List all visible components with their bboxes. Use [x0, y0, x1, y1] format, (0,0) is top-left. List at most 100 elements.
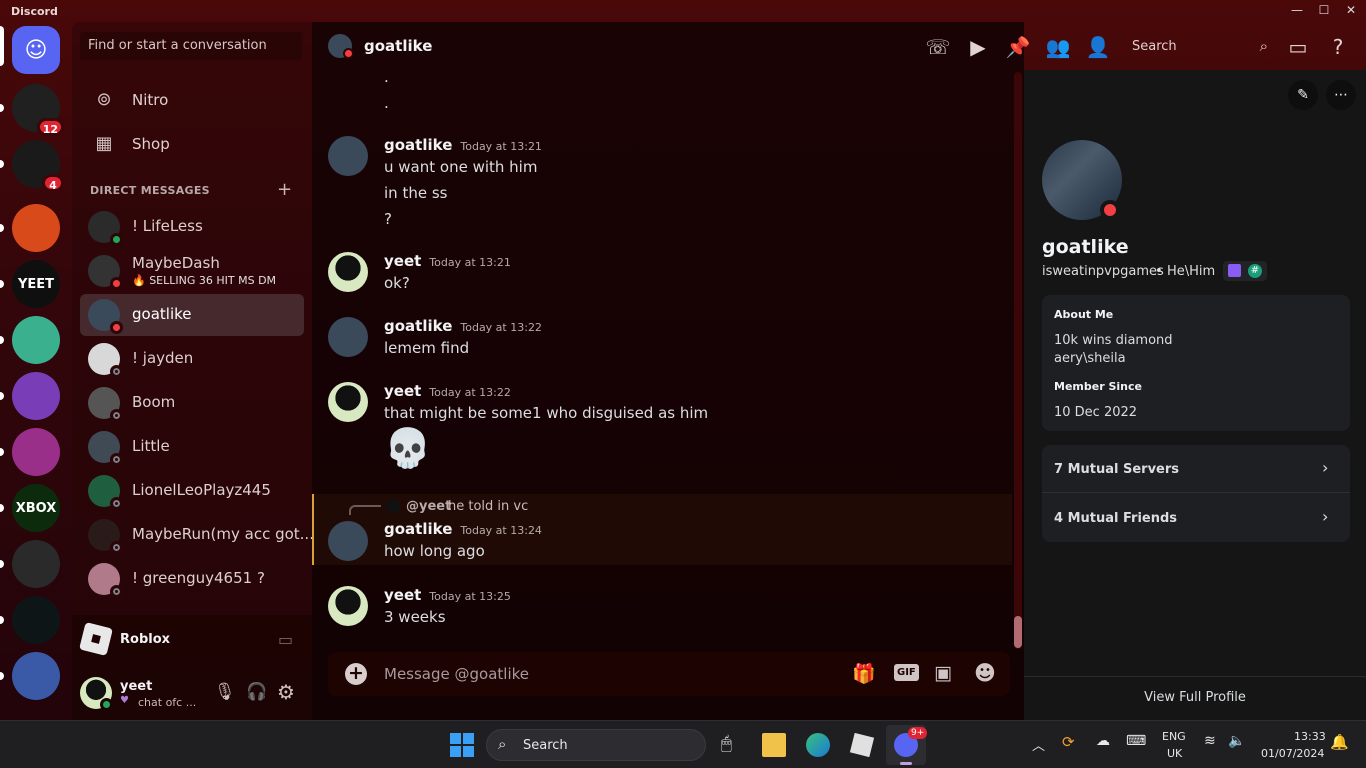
user-profile-icon[interactable]: 👤: [1085, 35, 1111, 59]
message-author[interactable]: goatlike Today at 13:22: [384, 317, 542, 335]
author-avatar[interactable]: [328, 382, 368, 422]
dm-conversation-item[interactable]: Boom: [80, 382, 304, 424]
server-icon[interactable]: [0, 428, 60, 476]
nav-nitro[interactable]: ⊚ Nitro: [80, 80, 304, 120]
clock-date[interactable]: 01/07/2024: [1261, 747, 1324, 768]
video-call-icon[interactable]: ▶: [965, 35, 991, 59]
mutual-friends-row[interactable]: 4 Mutual Friends ›: [1042, 493, 1350, 542]
user-custom-status: chat ofc ...: [138, 696, 197, 709]
mutual-servers-row[interactable]: 7 Mutual Servers ›: [1042, 445, 1350, 493]
more-options-icon[interactable]: ⋯: [1326, 80, 1356, 110]
dm-conversation-item[interactable]: ! greenguy4651 ?: [80, 558, 304, 600]
server-icon[interactable]: ☺: [0, 26, 60, 74]
chat-scrollbar-track[interactable]: [1014, 72, 1022, 649]
sync-icon[interactable]: ⟳: [1062, 733, 1075, 757]
server-icon[interactable]: 12: [0, 84, 64, 136]
find-conversation-input[interactable]: Find or start a conversation: [80, 32, 302, 60]
unread-pill: [0, 672, 4, 680]
dm-conversation-item[interactable]: ! jayden: [80, 338, 304, 380]
nav-shop-label: Shop: [132, 135, 170, 153]
message-author[interactable]: yeet Today at 13:25: [384, 586, 511, 604]
dm-conversation-item[interactable]: goatlike: [80, 294, 304, 336]
taskbar-search[interactable]: ⌕ Search: [486, 729, 706, 761]
server-icon[interactable]: YEET: [0, 260, 60, 308]
keyboard-icon[interactable]: ⌨: [1126, 733, 1146, 757]
server-icon[interactable]: [0, 204, 60, 252]
author-avatar[interactable]: [328, 521, 368, 561]
dm-conversation-item[interactable]: LionelLeoPlayz445: [80, 470, 304, 512]
roblox-taskbar-icon[interactable]: [849, 732, 875, 758]
author-avatar[interactable]: [328, 317, 368, 357]
nav-shop[interactable]: ▦ Shop: [80, 124, 304, 164]
message-author[interactable]: goatlike Today at 13:24: [384, 520, 542, 538]
member-since-heading: Member Since: [1054, 380, 1142, 393]
profile-username[interactable]: isweatinpvpgames: [1042, 264, 1164, 279]
server-icon[interactable]: [0, 652, 60, 700]
message-author[interactable]: yeet Today at 13:22: [384, 382, 511, 400]
gif-icon[interactable]: GIF: [894, 664, 919, 681]
view-full-profile-button[interactable]: View Full Profile: [1024, 676, 1366, 720]
gift-icon[interactable]: 🎁: [852, 662, 876, 685]
message-author[interactable]: yeet Today at 13:21: [384, 252, 511, 270]
message-timestamp: Today at 13:22: [460, 321, 542, 334]
discord-notification-badge: 9+: [908, 727, 928, 739]
microphone-icon[interactable]: 🎙: [214, 682, 236, 702]
volume-icon[interactable]: 🔈: [1228, 733, 1245, 757]
inbox-icon[interactable]: ▭: [1285, 35, 1311, 59]
author-avatar[interactable]: [328, 252, 368, 292]
mouse-app-icon[interactable]: 🖱: [721, 733, 732, 757]
server-icon[interactable]: [0, 596, 60, 644]
attach-plus-icon[interactable]: +: [345, 663, 367, 685]
close-button[interactable]: ✕: [1336, 3, 1366, 19]
chat-scrollbar-thumb[interactable]: [1014, 616, 1022, 648]
author-avatar[interactable]: [328, 586, 368, 626]
add-note-icon[interactable]: ✎: [1288, 80, 1318, 110]
stream-icon[interactable]: ▭: [278, 630, 293, 649]
headphones-icon[interactable]: 🎧: [246, 682, 267, 702]
message-author[interactable]: goatlike Today at 13:21: [384, 136, 542, 154]
minimize-button[interactable]: —: [1282, 3, 1312, 19]
server-icon[interactable]: 4: [0, 140, 64, 192]
server-icon[interactable]: XBOX: [0, 484, 60, 532]
emoji-icon[interactable]: ☻: [974, 661, 996, 685]
nitro-badge-icon[interactable]: [1228, 264, 1241, 277]
voice-call-icon[interactable]: ☏: [925, 35, 951, 59]
server-icon[interactable]: [0, 540, 60, 588]
reply-preview[interactable]: he told in vc: [448, 499, 528, 514]
notification-bell-icon[interactable]: 🔔: [1330, 733, 1349, 757]
create-dm-button[interactable]: +: [277, 179, 292, 200]
add-friends-icon[interactable]: 👥: [1045, 35, 1071, 59]
help-icon[interactable]: ?: [1325, 35, 1351, 59]
discord-taskbar-icon[interactable]: 9+: [886, 725, 928, 765]
message-group: yeet Today at 13:22 that might be some1 w…: [312, 380, 1012, 480]
reply-mention[interactable]: @yeet: [406, 499, 451, 514]
status-indicator: [110, 233, 123, 246]
server-icon[interactable]: [0, 372, 60, 420]
settings-gear-icon[interactable]: ⚙: [277, 680, 295, 704]
header-search-input[interactable]: Search ⌕: [1120, 32, 1268, 60]
mention-badge: 12: [36, 118, 64, 136]
about-heading: About Me: [1054, 308, 1114, 321]
message-group: yeet Today at 13:25 3 weeks: [312, 584, 1012, 634]
author-avatar[interactable]: [328, 136, 368, 176]
dm-conversation-item[interactable]: Little: [80, 426, 304, 468]
reply-avatar: [386, 499, 400, 513]
dm-conversation-item[interactable]: MaybeDash 🔥 SELLING 36 HIT MS DM: [80, 250, 304, 292]
unread-pill: [0, 104, 4, 112]
weather-icon[interactable]: ☁: [1096, 733, 1110, 757]
pin-icon[interactable]: 📌: [1005, 35, 1031, 59]
mention-badge: 4: [42, 174, 64, 192]
sticker-icon[interactable]: ▣: [934, 662, 952, 684]
edge-browser-icon[interactable]: [806, 733, 830, 757]
file-explorer-icon[interactable]: [762, 733, 786, 757]
region-code[interactable]: UK: [1167, 747, 1182, 768]
dm-conversation-item[interactable]: ! LifeLess: [80, 206, 304, 248]
maximize-button[interactable]: ☐: [1309, 3, 1339, 19]
hash-badge-icon[interactable]: #: [1248, 264, 1262, 278]
dm-conversation-item[interactable]: MaybeRun(my acc got...: [80, 514, 314, 556]
wifi-icon[interactable]: ≋: [1204, 733, 1216, 757]
message-input[interactable]: Message @goatlike: [384, 665, 529, 683]
server-icon[interactable]: [0, 316, 60, 364]
chevron-up-icon[interactable]: ︿: [1032, 735, 1045, 759]
start-icon[interactable]: [450, 733, 474, 757]
